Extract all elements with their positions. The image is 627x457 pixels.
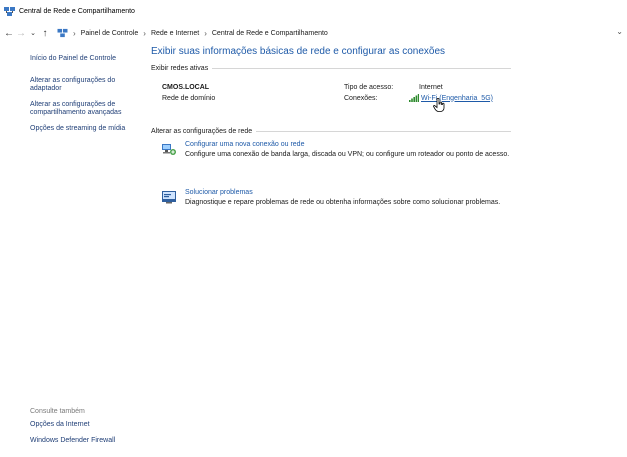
change-settings-label: Alterar as configurações de rede	[151, 128, 253, 135]
sidebar: Início do Painel de Controle Alterar as …	[30, 55, 142, 141]
page-title: Exibir suas informações básicas de rede …	[151, 46, 446, 57]
control-panel-icon	[57, 28, 68, 38]
new-connection-link[interactable]: Configurar uma nova conexão ou rede	[185, 141, 304, 148]
task-new-connection: Configurar uma nova conexão ou rede Conf…	[151, 141, 511, 183]
breadcrumb-separator-icon[interactable]: ›	[143, 29, 146, 38]
active-networks-header: Exibir redes ativas	[151, 65, 511, 72]
internet-options-link[interactable]: Opções da Internet	[30, 421, 142, 429]
new-connection-description: Configure uma conexão de banda larga, di…	[185, 151, 510, 158]
title-bar: Central de Rede e Compartilhamento	[0, 0, 627, 22]
hand-cursor-icon	[433, 98, 445, 112]
network-type: Rede de domínio	[162, 95, 216, 102]
forward-arrow-icon[interactable]: →	[15, 26, 27, 40]
access-type-label: Tipo de acesso:	[344, 84, 394, 91]
wifi-signal-icon	[409, 94, 419, 102]
breadcrumb-separator-icon[interactable]: ›	[73, 29, 76, 38]
active-network-card: CMOS.LOCAL Rede de domínio Tipo de acess…	[151, 84, 511, 128]
window-title: Central de Rede e Compartilhamento	[19, 7, 135, 15]
main-content: Exibir suas informações básicas de rede …	[151, 46, 511, 231]
breadcrumb: › Painel de Controle › Rede e Internet ›…	[57, 28, 328, 38]
divider	[212, 68, 511, 69]
troubleshoot-link[interactable]: Solucionar problemas	[185, 189, 253, 196]
network-center-icon	[4, 6, 15, 16]
address-bar: ← → ⌄ ↑ › Painel de Controle › Rede e In…	[0, 22, 627, 44]
recent-locations-chevron-icon[interactable]: ⌄	[27, 26, 39, 40]
connections-label: Conexões:	[344, 95, 378, 102]
breadcrumb-separator-icon[interactable]: ›	[204, 29, 207, 38]
sidebar-item-media-streaming[interactable]: Opções de streaming de mídia	[30, 125, 142, 133]
network-setup-icon	[162, 144, 176, 155]
task-troubleshoot: Solucionar problemas Diagnostique e repa…	[151, 189, 511, 231]
divider	[256, 131, 511, 132]
sidebar-item-home[interactable]: Início do Painel de Controle	[30, 55, 142, 63]
address-dropdown-icon[interactable]: ⌄	[616, 27, 623, 36]
sidebar-item-advanced-sharing[interactable]: Alterar as configurações de compartilham…	[30, 101, 142, 117]
breadcrumb-item[interactable]: Central de Rede e Compartilhamento	[212, 30, 328, 37]
access-type-value: Internet	[419, 84, 443, 91]
see-also-panel: Consulte também Opções da Internet Windo…	[30, 408, 142, 453]
troubleshoot-description: Diagnostique e repare problemas de rede …	[185, 199, 501, 206]
firewall-link[interactable]: Windows Defender Firewall	[30, 437, 142, 445]
back-arrow-icon[interactable]: ←	[3, 26, 15, 40]
active-networks-label: Exibir redes ativas	[151, 65, 209, 72]
change-settings-header: Alterar as configurações de rede	[151, 128, 511, 135]
wifi-connection-label[interactable]: Wi-Fi (Engenharia_5G)	[421, 95, 493, 102]
breadcrumb-item[interactable]: Rede e Internet	[151, 30, 199, 37]
breadcrumb-item[interactable]: Painel de Controle	[81, 30, 139, 37]
sidebar-item-adapter-settings[interactable]: Alterar as configurações do adaptador	[30, 77, 142, 93]
see-also-heading: Consulte também	[30, 408, 85, 415]
troubleshoot-icon	[162, 191, 176, 204]
network-name: CMOS.LOCAL	[162, 84, 210, 91]
up-arrow-icon[interactable]: ↑	[39, 26, 51, 40]
wifi-connection-link[interactable]: Wi-Fi (Engenharia_5G)	[409, 94, 493, 102]
